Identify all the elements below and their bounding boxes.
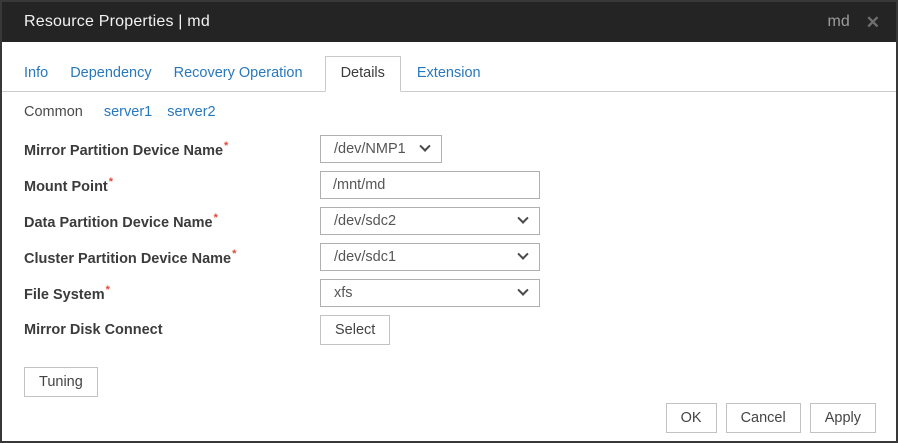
titlebar-resource-label: md xyxy=(828,13,850,31)
mount-point-label: Mount Point* xyxy=(24,176,320,195)
mount-point-input[interactable] xyxy=(320,171,540,199)
label-text: Mount Point xyxy=(24,178,108,194)
cluster-partition-select[interactable]: /dev/sdc1 xyxy=(320,243,540,271)
data-partition-value: /dev/sdc2 xyxy=(334,213,511,229)
required-marker: * xyxy=(109,176,113,188)
mirror-partition-select[interactable]: /dev/NMP1 xyxy=(320,135,442,163)
label-text: File System xyxy=(24,286,105,302)
mirror-partition-label: Mirror Partition Device Name* xyxy=(24,140,320,159)
label-text: Mirror Disk Connect xyxy=(24,322,163,338)
mirror-partition-value: /dev/NMP1 xyxy=(334,141,413,157)
required-marker: * xyxy=(232,248,236,260)
dialog-footer: OK Cancel Apply xyxy=(666,403,876,433)
form-row-data-partition: Data Partition Device Name* /dev/sdc2 xyxy=(24,207,874,235)
tab-recovery-operation[interactable]: Recovery Operation xyxy=(174,57,303,91)
ok-button[interactable]: OK xyxy=(666,403,717,433)
data-partition-select[interactable]: /dev/sdc2 xyxy=(320,207,540,235)
apply-button[interactable]: Apply xyxy=(810,403,876,433)
form-row-mirror-disk-connect: Mirror Disk Connect Select xyxy=(24,315,874,345)
cluster-partition-label: Cluster Partition Device Name* xyxy=(24,248,320,267)
file-system-select[interactable]: xfs xyxy=(320,279,540,307)
file-system-value: xfs xyxy=(334,285,511,301)
subnav-server2[interactable]: server2 xyxy=(167,104,215,120)
mirror-disk-connect-select-button[interactable]: Select xyxy=(320,315,390,345)
mirror-disk-connect-label: Mirror Disk Connect xyxy=(24,322,320,338)
resource-properties-dialog: Resource Properties | md md ✕ Info Depen… xyxy=(0,0,898,443)
dialog-titlebar: Resource Properties | md md ✕ xyxy=(2,2,896,42)
form-row-file-system: File System* xfs xyxy=(24,279,874,307)
required-marker: * xyxy=(106,284,110,296)
dialog-title: Resource Properties | md xyxy=(24,13,828,31)
tuning-row: Tuning xyxy=(2,353,896,397)
chevron-down-icon xyxy=(517,249,528,260)
tab-dependency[interactable]: Dependency xyxy=(70,57,151,91)
label-text: Mirror Partition Device Name xyxy=(24,142,223,158)
subnav-server1[interactable]: server1 xyxy=(104,104,152,120)
form-row-cluster-partition: Cluster Partition Device Name* /dev/sdc1 xyxy=(24,243,874,271)
tuning-button[interactable]: Tuning xyxy=(24,367,98,397)
server-subnav: Common server1 server2 xyxy=(2,92,896,133)
details-form: Mirror Partition Device Name* /dev/NMP1 … xyxy=(2,133,896,345)
data-partition-label: Data Partition Device Name* xyxy=(24,212,320,231)
form-row-mirror-partition: Mirror Partition Device Name* /dev/NMP1 xyxy=(24,135,874,163)
close-icon[interactable]: ✕ xyxy=(866,14,880,31)
cluster-partition-value: /dev/sdc1 xyxy=(334,249,511,265)
form-row-mount-point: Mount Point* xyxy=(24,171,874,199)
label-text: Cluster Partition Device Name xyxy=(24,250,231,266)
subnav-common[interactable]: Common xyxy=(24,104,83,120)
tab-bar: Info Dependency Recovery Operation Detai… xyxy=(2,56,896,92)
cancel-button[interactable]: Cancel xyxy=(726,403,801,433)
tab-info[interactable]: Info xyxy=(24,57,48,91)
required-marker: * xyxy=(214,212,218,224)
chevron-down-icon xyxy=(517,285,528,296)
file-system-label: File System* xyxy=(24,284,320,303)
required-marker: * xyxy=(224,140,228,152)
label-text: Data Partition Device Name xyxy=(24,214,213,230)
tab-extension[interactable]: Extension xyxy=(417,57,481,91)
chevron-down-icon xyxy=(517,213,528,224)
tab-details[interactable]: Details xyxy=(325,56,401,92)
chevron-down-icon xyxy=(419,141,430,152)
